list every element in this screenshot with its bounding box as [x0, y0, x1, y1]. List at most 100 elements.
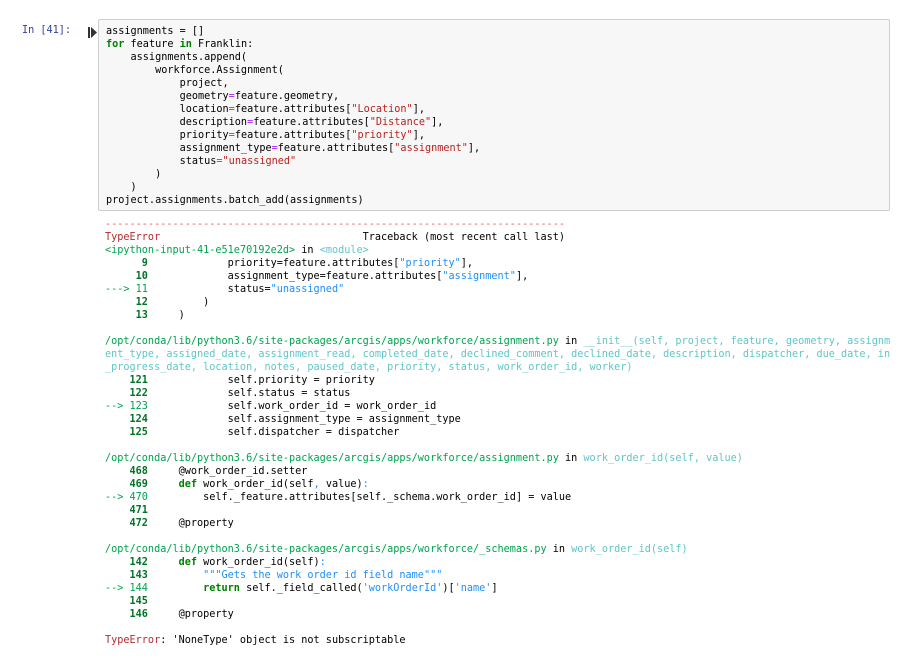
code-token: assignment_type	[106, 143, 272, 154]
traceback-header: TypeError Traceback (most recent call la…	[105, 231, 895, 244]
code-token: self.priority = priority	[147, 375, 375, 386]
code-token: assignments = []	[106, 26, 205, 37]
traceback-line: 468 @work_order_id.setter	[105, 465, 895, 478]
code-token: 472	[105, 518, 148, 529]
code-token: TypeError	[105, 635, 161, 646]
code-token: value)	[319, 479, 363, 490]
code-token: work_order_id(self, value)	[583, 453, 743, 464]
code-token: self.status = status	[147, 388, 351, 399]
code-line: description=feature.attributes["Distance…	[106, 116, 480, 129]
final-error-message: TypeError: 'NoneType' object is not subs…	[105, 634, 895, 647]
code-line: )	[106, 181, 480, 194]
code-token: 10	[105, 271, 148, 282]
code-token: ],	[412, 130, 425, 141]
code-token: 143	[105, 570, 148, 581]
code-token: /opt/conda/lib/python3.6/site-packages/a…	[105, 336, 559, 347]
code-token: --> 123	[105, 401, 148, 412]
code-token: TypeError	[105, 232, 161, 243]
code-token: """Gets the work order id field name"""	[203, 570, 443, 581]
cell-prompt: In [41]:	[22, 25, 72, 36]
code-token: 471	[105, 505, 148, 516]
traceback-line: 142 def work_order_id(self):	[105, 556, 895, 569]
traceback-line: 122 self.status = status	[105, 387, 895, 400]
code-token: 'workOrderId'	[362, 583, 443, 594]
code-token: priority=feature.attributes[	[147, 258, 400, 269]
traceback-frame-location: /opt/conda/lib/python3.6/site-packages/a…	[105, 543, 895, 556]
traceback-frame-location: /opt/conda/lib/python3.6/site-packages/a…	[105, 452, 895, 465]
traceback-line: --> 144 return self._field_called('workO…	[105, 582, 895, 595]
code-token: "assignment"	[442, 271, 516, 282]
traceback-line: 471	[105, 504, 895, 517]
code-token: 146	[105, 609, 148, 620]
code-token: /opt/conda/lib/python3.6/site-packages/a…	[105, 544, 547, 555]
code-line: location=feature.attributes["Location"],	[106, 103, 480, 116]
code-token: --> 470	[105, 492, 148, 503]
traceback-separator: ----------------------------------------…	[105, 219, 566, 230]
code-line: status="unassigned"	[106, 155, 480, 168]
code-token: feature.geometry,	[234, 91, 340, 102]
code-token: feature.attributes[	[277, 143, 395, 154]
code-token: self.dispatcher = dispatcher	[147, 427, 400, 438]
code-token: feature	[124, 39, 180, 50]
code-token: ],	[460, 258, 474, 269]
step-run-icon[interactable]	[88, 27, 97, 38]
code-token: @work_order_id.setter	[147, 466, 308, 477]
code-token: 468	[105, 466, 148, 477]
traceback-line: ---> 11 status="unassigned"	[105, 283, 895, 296]
traceback-line: --> 470 self._feature.attributes[self._s…	[105, 491, 895, 504]
traceback-line: 10 assignment_type=feature.attributes["a…	[105, 270, 895, 283]
code-line: workforce.Assignment(	[106, 64, 480, 77]
code-token: in	[179, 39, 192, 50]
code-token: location	[106, 104, 229, 115]
code-token: "priority"	[399, 258, 461, 269]
code-token: )[	[442, 583, 455, 594]
code-line: project,	[106, 77, 480, 90]
code-token: self.assignment_type = assignment_type	[147, 414, 461, 425]
code-token: 13	[105, 310, 148, 321]
code-line: assignments.append(	[106, 51, 480, 64]
code-line: geometry=feature.geometry,	[106, 90, 480, 103]
traceback-line: 124 self.assignment_type = assignment_ty…	[105, 413, 895, 426]
traceback-line: --> 123 self.work_order_id = work_order_…	[105, 400, 895, 413]
code-token: in	[558, 336, 584, 347]
code-line: priority=feature.attributes["priority"],	[106, 129, 480, 142]
traceback-line: 12 )	[105, 296, 895, 309]
code-line: project.assignments.batch_add(assignment…	[106, 194, 480, 207]
code-token: Franklin:	[191, 39, 254, 50]
code-token: : 'NoneType' object is not subscriptable	[160, 635, 406, 646]
code-token: self.work_order_id = work_order_id	[147, 401, 437, 412]
code-cell-input[interactable]: assignments = [] for feature in Franklin:…	[98, 19, 890, 211]
code-token: status	[106, 156, 217, 167]
code-token: --> 144	[105, 583, 148, 594]
code-token: def	[147, 557, 198, 568]
code-token: work_order_id(self)	[197, 557, 320, 568]
code-token: "unassigned"	[222, 156, 297, 167]
code-token: 145	[105, 596, 148, 607]
error-traceback-output: ----------------------------------------…	[105, 218, 895, 647]
code-token: Traceback (most recent call last)	[160, 232, 566, 243]
code-token: @property	[147, 518, 234, 529]
code-line: assignments = []	[106, 25, 480, 38]
code-token: assignments.append(	[106, 52, 248, 63]
traceback-line: 469 def work_order_id(self, value):	[105, 478, 895, 491]
traceback-line: 9 priority=feature.attributes["priority"…	[105, 257, 895, 270]
code-token: ]	[491, 583, 498, 594]
code-line: assignment_type=feature.attributes["assi…	[106, 142, 481, 155]
code-token: assignment_type=feature.attributes[	[147, 271, 443, 282]
code-token: 469	[105, 479, 148, 490]
code-token: <ipython-input-41-e51e70192e2d>	[105, 245, 296, 256]
code-token: ],	[515, 271, 529, 282]
traceback-frame-location: <ipython-input-41-e51e70192e2d> in <modu…	[105, 244, 895, 257]
code-token: :	[319, 557, 326, 568]
code-token: project.assignments.batch_add(assignment…	[106, 195, 364, 206]
code-editor[interactable]: assignments = [] for feature in Franklin:…	[106, 25, 480, 207]
code-line: for feature in Franklin:	[106, 38, 480, 51]
code-token: for	[106, 39, 125, 50]
traceback-frame-location: /opt/conda/lib/python3.6/site-packages/a…	[105, 335, 895, 374]
code-token: work_order_id(self)	[571, 544, 688, 555]
code-token: 9	[105, 258, 148, 269]
code-token: )	[106, 169, 162, 180]
